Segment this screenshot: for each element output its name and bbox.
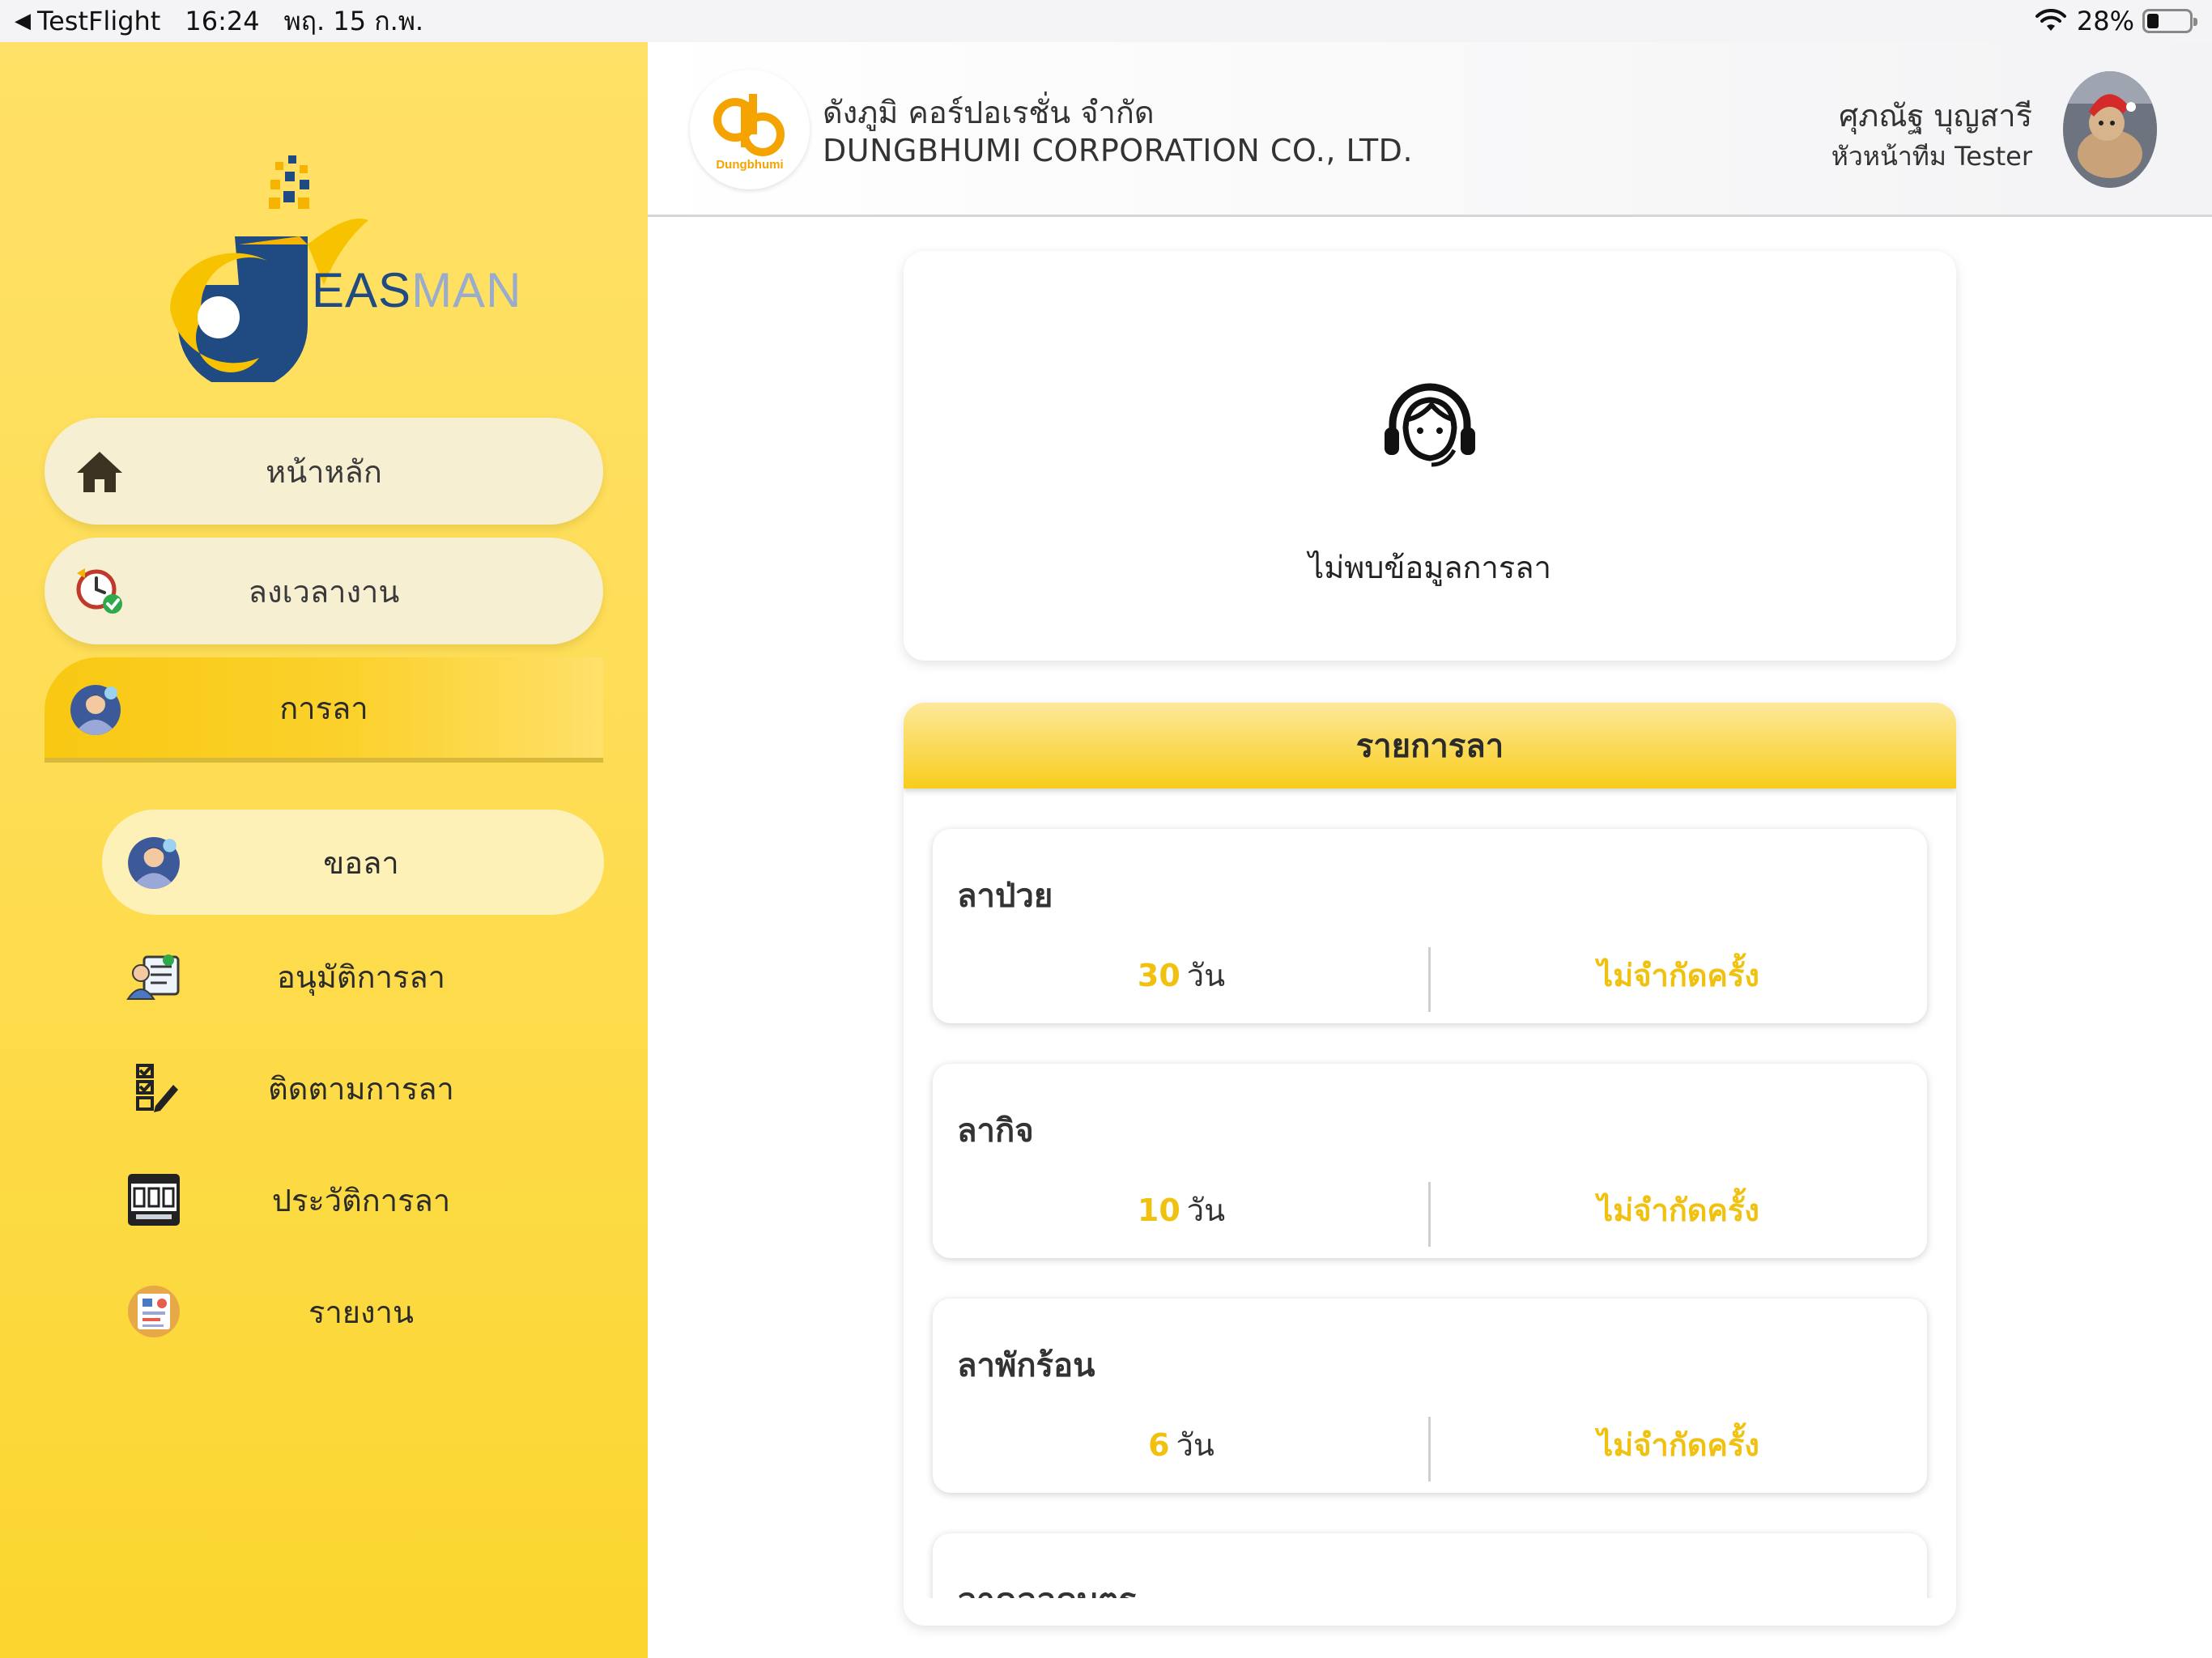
- sidebar-item-leave[interactable]: การลา: [45, 657, 603, 763]
- leave-item-personal[interactable]: ลากิจ 10 วัน ไม่จำกัดครั้ง: [933, 1064, 1927, 1258]
- leave-list-card: รายการลา ลาป่วย 30 วัน ไม่จำกัดครั้ง ลากิ…: [904, 703, 1956, 1626]
- leave-list[interactable]: ลาป่วย 30 วัน ไม่จำกัดครั้ง ลากิจ 10 วัน ไ…: [904, 789, 1956, 1598]
- sidebar-subitem-report[interactable]: รายงาน: [102, 1271, 604, 1352]
- sidebar-subitem-track-leave[interactable]: ติดตามการลา: [102, 1048, 604, 1129]
- status-time: 16:24: [185, 6, 260, 36]
- leave-days-count: 30: [1137, 958, 1180, 993]
- battery-icon: [2142, 9, 2197, 33]
- leave-days: 10 วัน: [933, 1185, 1430, 1235]
- sidebar-item-label: หน้าหลัก: [266, 453, 382, 490]
- company-logo: Dungbhumi: [690, 70, 810, 189]
- easman-logo-icon: [170, 155, 368, 382]
- leave-days: 6 วัน: [933, 1420, 1430, 1469]
- battery-percent: 28%: [2076, 6, 2134, 36]
- leave-list-title: รายการลา: [904, 703, 1956, 789]
- sidebar-item-clock-in[interactable]: ลงเวลางาน: [45, 538, 603, 644]
- leave-type-name: ลากิจ: [957, 1112, 1034, 1150]
- status-right: 28%: [2035, 0, 2197, 42]
- user-name: ศุภณัฐ บุญสารี: [1839, 98, 2032, 134]
- sidebar-subitem-approve-leave[interactable]: อนุมัติการลา: [102, 936, 604, 1017]
- top-header: Dungbhumi ดังภูมิ คอร์ปอเรชั่น จำกัด DUN…: [648, 42, 2212, 217]
- status-bar: ◀ TestFlight 16:24 พฤ. 15 ก.พ. 28%: [0, 0, 2212, 42]
- user-photo-icon: [2063, 71, 2157, 188]
- empty-state-message: ไม่พบข้อมูลการลา: [1308, 550, 1551, 585]
- sidebar: EASMAN หน้าหลัก ลงเวลางาน การลา ขอลา อนุ…: [0, 42, 648, 1658]
- leave-days-unit: วัน: [1186, 958, 1226, 993]
- checklist-pen-icon: [136, 1064, 178, 1112]
- sidebar-item-home[interactable]: หน้าหลัก: [45, 418, 603, 525]
- leave-days-unit: วัน: [1176, 1427, 1214, 1463]
- company-name-english: DUNGBHUMI CORPORATION CO., LTD.: [823, 133, 1414, 168]
- leave-item-sick[interactable]: ลาป่วย 30 วัน ไม่จำกัดครั้ง: [933, 829, 1927, 1023]
- clock-check-icon: [76, 568, 122, 614]
- sidebar-subitem-label: รายงาน: [308, 1294, 414, 1330]
- person-avatar-icon: [70, 685, 121, 735]
- approve-document-icon: [126, 954, 180, 1000]
- sidebar-subitem-label: ประวัติการลา: [271, 1182, 451, 1218]
- leave-days-count: 6: [1148, 1427, 1170, 1463]
- leave-type-name: ลาคลอดบุตร: [957, 1574, 1136, 1598]
- person-avatar-icon: [128, 837, 180, 889]
- empty-leave-card: ไม่พบข้อมูลการลา: [904, 251, 1956, 661]
- leave-limit: ไม่จำกัดครั้ง: [1597, 958, 1759, 993]
- sidebar-subitem-leave-history[interactable]: ประวัติการลา: [102, 1159, 604, 1240]
- leave-limit: ไม่จำกัดครั้ง: [1597, 1427, 1759, 1463]
- leave-days: 30 วัน: [933, 950, 1430, 1000]
- report-icon: [128, 1286, 180, 1337]
- wifi-icon: [2035, 9, 2066, 31]
- history-board-icon: [128, 1174, 180, 1226]
- status-date: พฤ. 15 ก.พ.: [283, 5, 424, 36]
- avatar[interactable]: [2063, 71, 2157, 188]
- leave-days-unit: วัน: [1186, 1192, 1226, 1228]
- company-logo-icon: Dungbhumi: [713, 94, 785, 172]
- sidebar-subitem-label: ขอลา: [323, 844, 399, 881]
- sidebar-subitem-label: ติดตามการลา: [268, 1070, 454, 1107]
- leave-type-name: ลาพักร้อน: [957, 1347, 1095, 1384]
- sidebar-item-label: การลา: [279, 690, 368, 726]
- company-logo-text: Dungbhumi: [716, 158, 783, 172]
- back-arrow-icon[interactable]: ◀: [15, 9, 31, 33]
- back-to-app-label[interactable]: TestFlight: [37, 6, 160, 36]
- sidebar-item-label: ลงเวลางาน: [248, 573, 400, 610]
- easman-wordmark: EASMAN: [312, 263, 522, 317]
- sidebar-subitem-request-leave[interactable]: ขอลา: [102, 810, 604, 915]
- leave-item-maternity[interactable]: ลาคลอดบุตร: [933, 1533, 1927, 1598]
- company-name-thai: ดังภูมิ คอร์ปอเรชั่น จำกัด: [823, 95, 1155, 130]
- headset-support-icon: [1385, 383, 1475, 467]
- sidebar-subitem-label: อนุมัติการลา: [277, 959, 445, 995]
- user-role: หัวหน้าทีม Tester: [1831, 141, 2032, 172]
- leave-days-count: 10: [1137, 1192, 1180, 1228]
- leave-item-vacation[interactable]: ลาพักร้อน 6 วัน ไม่จำกัดครั้ง: [933, 1299, 1927, 1493]
- home-icon: [77, 452, 122, 492]
- leave-limit: ไม่จำกัดครั้ง: [1597, 1192, 1759, 1228]
- leave-type-name: ลาป่วย: [957, 878, 1053, 915]
